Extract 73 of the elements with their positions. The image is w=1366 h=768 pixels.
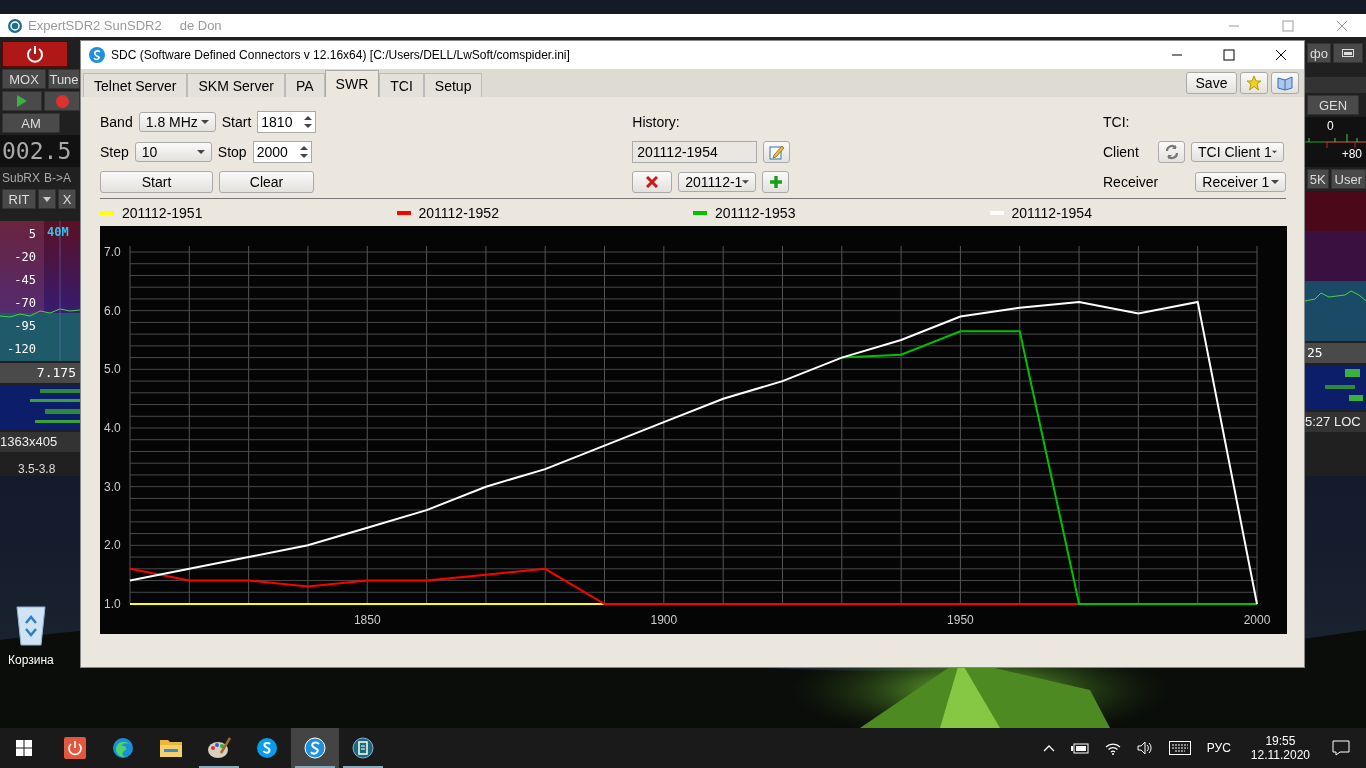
range-label: 3.5-3.8 bbox=[17, 461, 57, 476]
start-spinbox[interactable]: 1810 bbox=[257, 111, 317, 133]
band-dropdown[interactable]: 1.8 MHz bbox=[138, 112, 216, 132]
client-label: Client bbox=[1103, 144, 1140, 160]
scale-label: 5 bbox=[28, 227, 36, 241]
meter-label: 0 bbox=[1327, 119, 1334, 133]
scale-label: -95 bbox=[14, 319, 36, 333]
desktop-icon-label[interactable]: Корзина bbox=[8, 653, 54, 667]
info-button[interactable]: фо bbox=[1307, 43, 1331, 63]
tuned-frequency: 7.175 bbox=[0, 363, 80, 383]
clear-button[interactable]: Clear bbox=[219, 171, 314, 193]
x-tick-label: 1850 bbox=[353, 613, 381, 627]
legend-label: 201112-1952 bbox=[418, 205, 499, 221]
tab[interactable]: SKM Server bbox=[187, 73, 285, 97]
scale-label: -70 bbox=[14, 296, 36, 310]
legend-label: 201112-1951 bbox=[122, 205, 203, 221]
start-label: Start bbox=[221, 114, 252, 130]
history-name-field[interactable]: 201112-1954 bbox=[632, 141, 758, 163]
tci-label: TCI: bbox=[1103, 114, 1130, 130]
tab[interactable]: Telnet Server bbox=[83, 73, 188, 97]
x-button[interactable]: X bbox=[58, 189, 76, 209]
stop-label: Stop bbox=[217, 144, 247, 160]
scale-label: -45 bbox=[14, 273, 36, 287]
band-label: Band bbox=[100, 114, 133, 130]
clock-time[interactable]: 19:55 bbox=[1265, 734, 1296, 748]
y-tick-label: 7.0 bbox=[104, 245, 121, 259]
y-tick-label: 4.0 bbox=[104, 421, 121, 435]
receiver-dropdown[interactable]: Receiver 1 bbox=[1195, 172, 1286, 192]
start-button[interactable]: Start bbox=[100, 171, 213, 193]
frequency-display: 002.5 bbox=[0, 135, 80, 167]
filter-button[interactable]: 5K bbox=[1307, 169, 1329, 189]
meter-label: +80 bbox=[1341, 147, 1362, 161]
receiver-label: Receiver bbox=[1103, 174, 1160, 190]
scale-label: -20 bbox=[14, 250, 36, 264]
tab[interactable]: Setup bbox=[423, 73, 483, 97]
history-label: History: bbox=[632, 114, 680, 130]
x-tick-label: 1900 bbox=[650, 613, 678, 627]
window-title: SDC (Software Defined Connectors v 12.16x64) [C:/Users/DELL/LwSoft/comspider.ini] bbox=[111, 48, 570, 62]
x-tick-label: 1950 bbox=[947, 613, 974, 627]
step-dropdown[interactable]: 10 bbox=[134, 142, 212, 162]
size-label: 1363x405 bbox=[0, 434, 58, 449]
y-tick-label: 3.0 bbox=[104, 479, 121, 494]
window-title: ExpertSDR2 SunSDR2 bbox=[28, 18, 162, 33]
y-tick-label: 1.0 bbox=[104, 597, 121, 611]
tune-button[interactable]: Tune bbox=[48, 69, 80, 89]
tab[interactable]: TCI bbox=[379, 73, 424, 97]
mox-button[interactable]: MOX bbox=[2, 69, 46, 89]
gen-button[interactable]: GEN bbox=[1307, 95, 1359, 115]
rit-button[interactable]: RIT bbox=[2, 189, 36, 209]
band-label: 40M bbox=[47, 225, 69, 239]
client-dropdown[interactable]: TCI Client 1 bbox=[1191, 142, 1284, 162]
scale-label: -120 bbox=[7, 342, 36, 356]
tuned-frequency: 25 bbox=[1305, 343, 1366, 363]
clock-label: 5:27 LOC bbox=[1305, 414, 1361, 429]
step-label: Step bbox=[100, 144, 129, 160]
legend-label: 201112-1954 bbox=[1011, 205, 1092, 221]
save-button[interactable]: Save bbox=[1186, 72, 1237, 94]
language-indicator[interactable]: РУС bbox=[1206, 741, 1231, 755]
x-tick-label: 2000 bbox=[1243, 613, 1271, 627]
subrx-button[interactable]: SubRX bbox=[2, 171, 41, 185]
mode-button[interactable]: AM bbox=[2, 113, 60, 133]
clock-date[interactable]: 12.11.2020 bbox=[1250, 748, 1310, 762]
legend-label: 201112-1953 bbox=[715, 205, 796, 221]
y-tick-label: 6.0 bbox=[104, 303, 121, 318]
history-dropdown[interactable]: 201112-1 bbox=[678, 172, 757, 192]
tab[interactable]: PA bbox=[284, 73, 325, 97]
window-subtitle: de Don bbox=[179, 18, 222, 33]
swap-button[interactable]: B->A bbox=[44, 171, 72, 185]
stop-spinbox[interactable]: 2000 bbox=[252, 141, 312, 163]
y-tick-label: 5.0 bbox=[104, 362, 121, 377]
user-button[interactable]: User bbox=[1330, 169, 1366, 189]
tab[interactable]: SWR bbox=[324, 70, 380, 97]
y-tick-label: 2.0 bbox=[104, 538, 121, 553]
